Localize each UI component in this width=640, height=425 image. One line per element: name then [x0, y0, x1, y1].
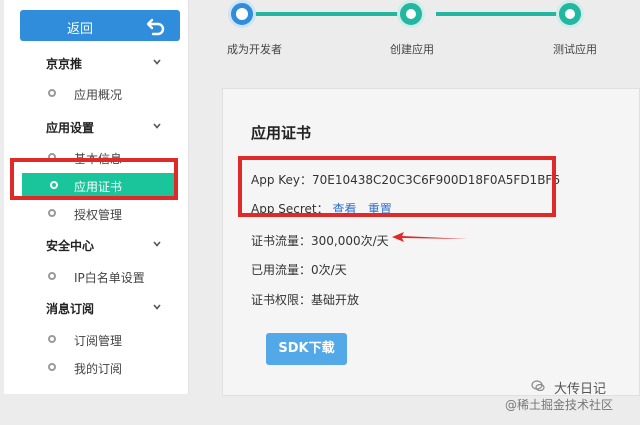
quota-row: 证书流量：300,000次/天 — [251, 232, 389, 249]
chevron-down-icon[interactable] — [153, 122, 161, 130]
step-label-become-developer: 成为开发者 — [227, 43, 282, 56]
bullet-icon — [48, 89, 56, 97]
sidebar-item-label: IP白名单设置 — [74, 271, 145, 285]
used-value: 0次/天 — [311, 263, 347, 277]
bullet-icon — [48, 335, 56, 343]
sidebar-item-auth-management[interactable]: 授权管理 — [16, 202, 176, 224]
quota-value: 300,000次/天 — [311, 234, 389, 248]
back-button-label: 返回 — [66, 22, 93, 37]
chevron-down-icon[interactable] — [153, 303, 161, 311]
section-jingjingtui[interactable]: 京京推 — [46, 55, 82, 72]
sidebar-item-label: 应用概况 — [74, 88, 123, 102]
permission-label: 证书权限： — [251, 293, 312, 307]
section-app-settings[interactable]: 应用设置 — [46, 119, 94, 136]
section-message-subscription[interactable]: 消息订阅 — [46, 300, 94, 317]
return-arrow-icon — [146, 18, 165, 36]
sidebar-item-my-subscriptions[interactable]: 我的订阅 — [16, 356, 176, 378]
sidebar-item-label: 订阅管理 — [74, 334, 123, 348]
step-marker — [397, 0, 425, 28]
wechat-icon — [531, 380, 545, 392]
step-marker — [556, 0, 584, 28]
quota-label: 证书流量： — [251, 234, 312, 248]
arrow-annotation-icon — [392, 232, 468, 242]
chevron-down-icon[interactable] — [153, 240, 161, 248]
progress-steps: 成为开发者 创建应用 测试应用 — [222, 0, 640, 60]
sidebar-item-label: 我的订阅 — [74, 362, 123, 376]
sidebar-item-label: 授权管理 — [74, 208, 123, 222]
sidebar-item-subscription-management[interactable]: 订阅管理 — [16, 328, 176, 350]
section-security-center[interactable]: 安全中心 — [46, 237, 94, 254]
sidebar-item-ip-whitelist[interactable]: IP白名单设置 — [16, 265, 176, 287]
step-connector — [248, 12, 416, 16]
highlight-annotation-box — [238, 156, 556, 217]
watermark-title: 大传日记 — [554, 382, 607, 397]
permission-row: 证书权限：基础开放 — [251, 291, 359, 308]
used-row: 已用流量：0次/天 — [251, 261, 347, 278]
bullet-icon — [48, 272, 56, 280]
sdk-download-button[interactable]: SDK下载 — [266, 333, 347, 365]
bullet-icon — [48, 363, 56, 371]
used-label: 已用流量： — [251, 263, 312, 277]
step-current-marker — [228, 0, 256, 28]
chevron-down-icon[interactable] — [153, 58, 161, 66]
card-title: 应用证书 — [251, 124, 312, 142]
highlight-annotation-box — [10, 158, 178, 200]
sidebar-item-app-overview[interactable]: 应用概况 — [16, 82, 176, 104]
step-label-create-app: 创建应用 — [390, 43, 434, 56]
bullet-icon — [48, 209, 56, 217]
permission-value: 基础开放 — [311, 293, 360, 307]
step-connector — [436, 12, 576, 16]
step-label-test-app: 测试应用 — [553, 43, 597, 56]
watermark-text: @稀土掘金技术社区 — [505, 398, 614, 412]
back-button[interactable]: 返回 — [20, 10, 180, 41]
